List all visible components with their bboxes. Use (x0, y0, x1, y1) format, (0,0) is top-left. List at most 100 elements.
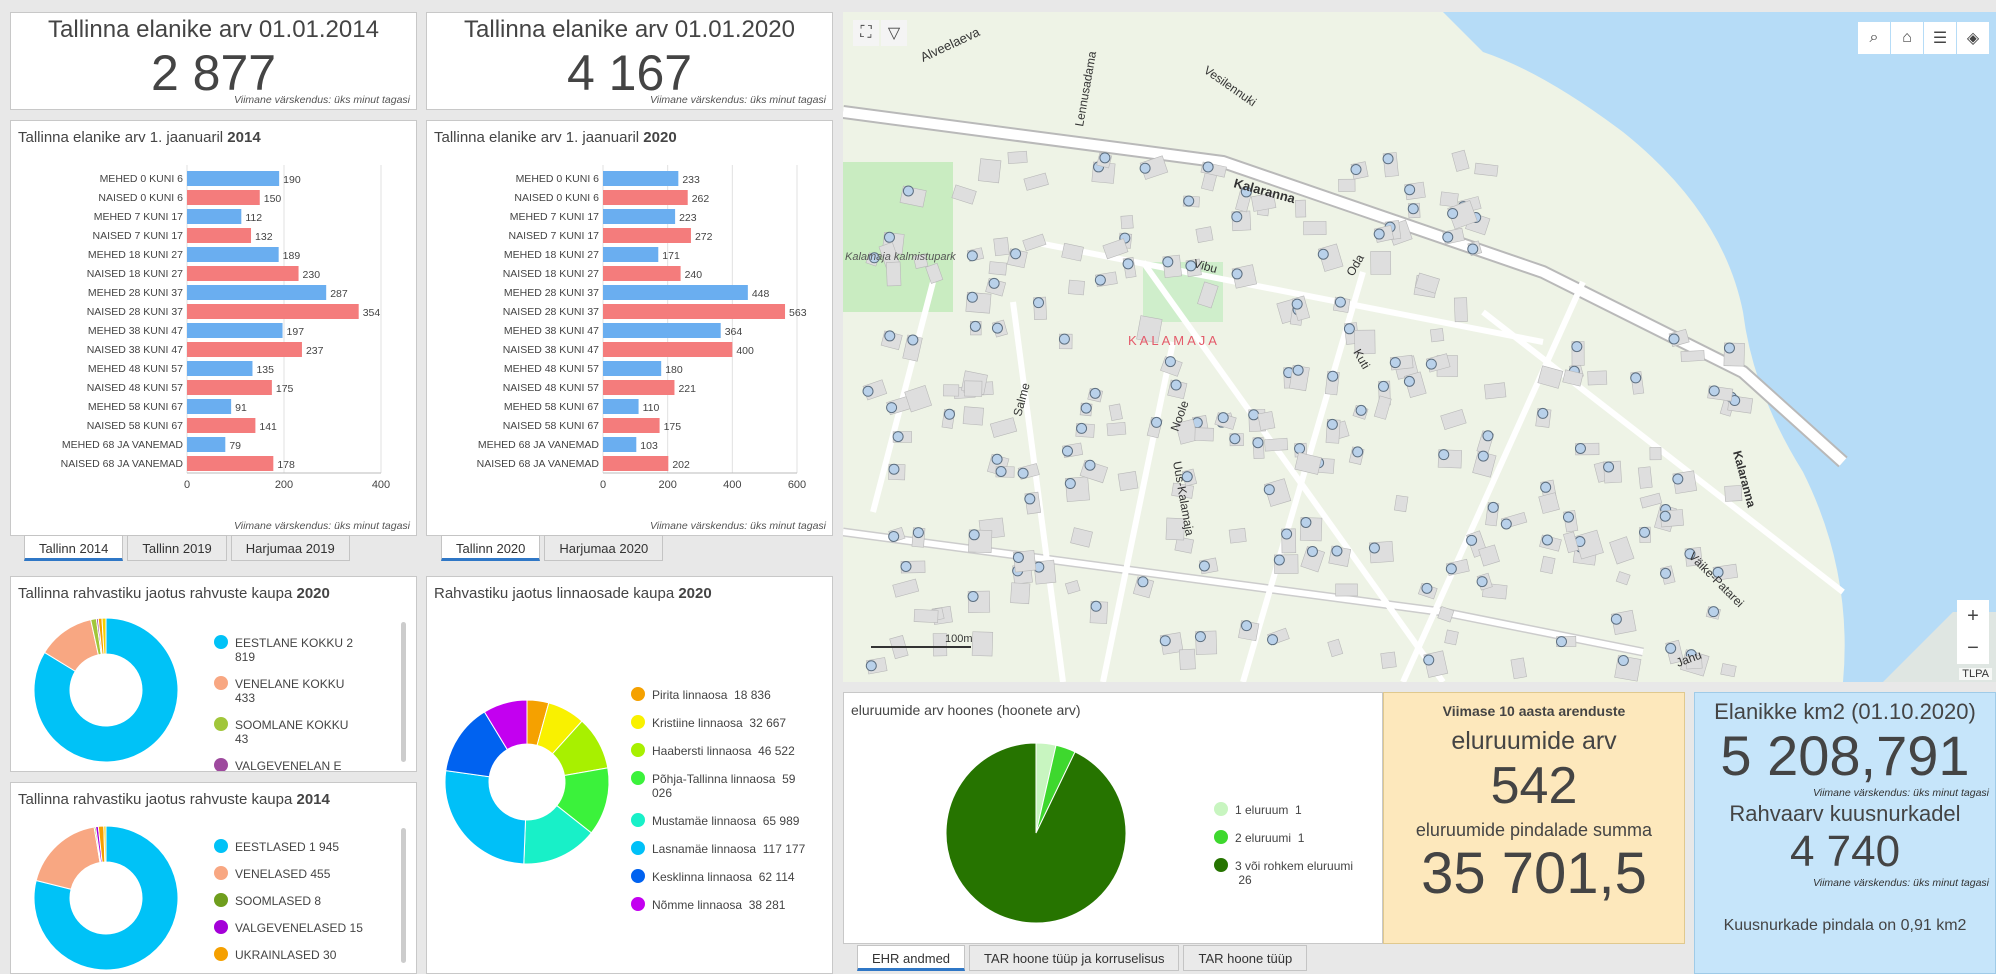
building-marker[interactable] (1500, 518, 1512, 530)
donut-slice[interactable] (945, 742, 1127, 924)
bar[interactable] (603, 304, 786, 319)
building-marker[interactable] (1241, 620, 1253, 632)
building-marker[interactable] (1281, 528, 1293, 540)
map-zoom-out-button[interactable]: − (1957, 632, 1989, 664)
building-marker[interactable] (1089, 387, 1101, 399)
building-marker[interactable] (1442, 231, 1454, 243)
building-marker[interactable] (892, 431, 904, 443)
bar[interactable] (603, 285, 748, 300)
building-marker[interactable] (1723, 342, 1735, 354)
building-marker[interactable] (1317, 248, 1329, 260)
building-marker[interactable] (1377, 380, 1389, 392)
building-marker[interactable] (967, 590, 979, 602)
bar[interactable] (187, 399, 232, 414)
building-marker[interactable] (1306, 545, 1318, 557)
legend-item[interactable]: Kristiine linnaosa 32 667 (631, 715, 811, 730)
building-marker[interactable] (888, 530, 900, 542)
bar[interactable] (187, 266, 299, 281)
building-marker[interactable] (966, 250, 978, 262)
bar[interactable] (187, 361, 253, 376)
building-marker[interactable] (1012, 551, 1024, 563)
tab-harjumaa-2020[interactable]: Harjumaa 2020 (544, 535, 664, 561)
legend-scrollbar[interactable] (401, 828, 406, 963)
building-marker[interactable] (1603, 461, 1615, 473)
building-marker[interactable] (1094, 274, 1106, 286)
building-marker[interactable] (1708, 606, 1720, 618)
building-marker[interactable] (1438, 449, 1450, 461)
building-marker[interactable] (969, 320, 981, 332)
building-marker[interactable] (1017, 467, 1029, 479)
legend-item[interactable]: SOOMLASED 8 (214, 893, 364, 908)
legend-item[interactable]: VENELASED 455 (214, 866, 364, 881)
building-marker[interactable] (1466, 534, 1478, 546)
bar[interactable] (603, 171, 679, 186)
legend-item[interactable]: SOOMLANE KOKKU 43 (214, 717, 364, 746)
tab-harjumaa-2019[interactable]: Harjumaa 2019 (230, 535, 350, 561)
building-marker[interactable] (1555, 636, 1567, 648)
building-marker[interactable] (1252, 437, 1264, 449)
building-marker[interactable] (1151, 416, 1163, 428)
building-marker[interactable] (1541, 534, 1553, 546)
building-marker[interactable] (943, 408, 955, 420)
building-marker[interactable] (886, 402, 898, 414)
map-zoom-in-button[interactable]: + (1957, 600, 1989, 632)
building-marker[interactable] (1403, 375, 1415, 387)
building-marker[interactable] (862, 385, 874, 397)
building-marker[interactable] (1665, 642, 1677, 654)
building-marker[interactable] (988, 277, 1000, 289)
building-marker[interactable] (1482, 430, 1494, 442)
building-marker[interactable] (1217, 412, 1229, 424)
building-marker[interactable] (1350, 164, 1362, 176)
building-marker[interactable] (1170, 379, 1182, 391)
building-marker[interactable] (1389, 357, 1401, 369)
bar[interactable] (603, 399, 639, 414)
building-marker[interactable] (1467, 243, 1479, 255)
legend-item[interactable]: Kesklinna linnaosa 62 114 (631, 869, 811, 884)
building-marker[interactable] (1198, 560, 1210, 572)
building-marker[interactable] (1273, 554, 1285, 566)
bar[interactable] (603, 342, 733, 357)
building-marker[interactable] (1162, 256, 1174, 268)
building-marker[interactable] (1660, 567, 1672, 579)
building-marker[interactable] (1194, 631, 1206, 643)
building-marker[interactable] (1010, 248, 1022, 260)
tab-tar-hoone-tyyp-korruselisus[interactable]: TAR hoone tüüp ja korruselisus (969, 945, 1180, 971)
building-marker[interactable] (883, 231, 895, 243)
building-marker[interactable] (991, 322, 1003, 334)
map-search-button[interactable]: ⌕ (1858, 22, 1890, 54)
building-marker[interactable] (1407, 203, 1419, 215)
legend-item[interactable]: UKRAINLASED 30 (214, 947, 364, 962)
building-marker[interactable] (1487, 501, 1499, 513)
building-marker[interactable] (900, 560, 912, 572)
legend-item[interactable]: EESTLANE KOKKU 2 819 (214, 635, 364, 664)
bar[interactable] (603, 437, 637, 452)
bar[interactable] (603, 247, 659, 262)
map-canvas[interactable]: Kalaranna KALAMAJA Alveelaeva Lennusadam… (843, 12, 1996, 682)
building-marker[interactable] (1639, 526, 1651, 538)
tab-tallinn-2014[interactable]: Tallinn 2014 (24, 535, 124, 561)
map-home-button[interactable]: ⌂ (1891, 22, 1923, 54)
building-marker[interactable] (1137, 576, 1149, 588)
building-marker[interactable] (1352, 446, 1364, 458)
building-marker[interactable] (1231, 268, 1243, 280)
bar[interactable] (603, 361, 662, 376)
donut-slice[interactable] (35, 826, 101, 890)
legend-item[interactable]: EESTLASED 1 945 (214, 839, 364, 854)
building-marker[interactable] (1294, 443, 1306, 455)
building-marker[interactable] (1477, 450, 1489, 462)
building-marker[interactable] (1368, 542, 1380, 554)
building-marker[interactable] (1231, 211, 1243, 223)
building-marker[interactable] (1537, 407, 1549, 419)
building-marker[interactable] (1540, 481, 1552, 493)
donut-slice[interactable] (444, 770, 527, 865)
legend-item[interactable]: Pirita linnaosa 18 836 (631, 687, 811, 702)
building-marker[interactable] (1574, 442, 1586, 454)
building-marker[interactable] (1334, 296, 1346, 308)
tab-tallinn-2020[interactable]: Tallinn 2020 (441, 535, 541, 561)
map-select-tool-button[interactable]: ⛶ (853, 20, 879, 46)
building-marker[interactable] (1122, 258, 1134, 270)
building-marker[interactable] (1229, 433, 1241, 445)
building-marker[interactable] (1033, 297, 1044, 309)
bar[interactable] (603, 380, 675, 395)
building-marker[interactable] (1445, 563, 1457, 575)
